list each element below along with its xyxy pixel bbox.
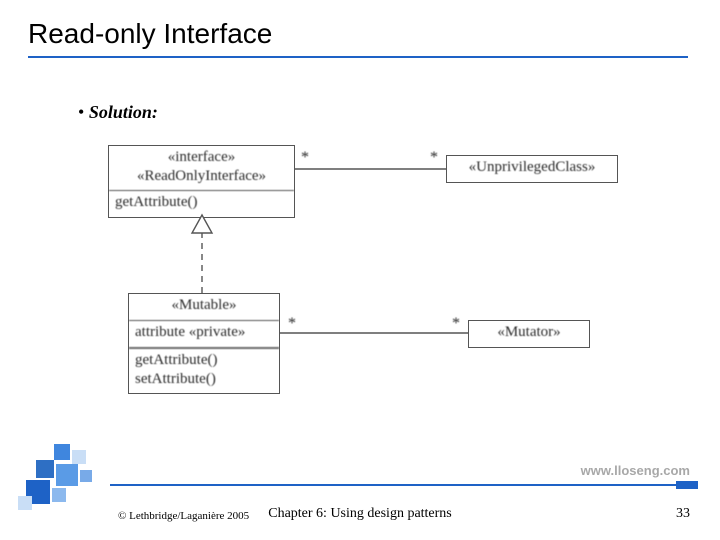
corner-graphic xyxy=(18,440,108,510)
uml-mutable-attr: attribute «private» xyxy=(129,321,279,348)
footer-page: 33 xyxy=(676,506,690,522)
uml-interface-op: getAttribute() xyxy=(109,191,294,217)
squares-icon xyxy=(18,444,92,510)
slide: Read-only Interface Solution: «interface… xyxy=(0,0,720,540)
uml-mutable-op2: setAttribute() xyxy=(135,370,273,389)
slide-title: Read-only Interface xyxy=(28,18,272,50)
uml-diagram: «interface» «ReadOnlyInterface» getAttri… xyxy=(78,135,648,425)
uml-mutable-ops: getAttribute() setAttribute() xyxy=(129,348,279,393)
footer-url: www.lloseng.com xyxy=(581,463,690,478)
footer-chapter: Chapter 6: Using design patterns xyxy=(0,506,720,522)
uml-mutable-box: «Mutable» attribute «private» getAttribu… xyxy=(128,293,280,394)
footer-divider xyxy=(110,484,698,486)
title-underline xyxy=(28,56,688,58)
uml-mutable-name: «Mutable» xyxy=(129,294,279,321)
mult-star-1: * xyxy=(301,149,309,167)
mult-star-4: * xyxy=(452,315,460,333)
solution-bullet: Solution: xyxy=(78,102,158,123)
mult-star-2: * xyxy=(430,149,438,167)
uml-interface-box: «interface» «ReadOnlyInterface» getAttri… xyxy=(108,145,295,218)
uml-unpriv-box: «UnprivilegedClass» xyxy=(446,155,618,183)
uml-mutable-op1: getAttribute() xyxy=(135,351,273,370)
uml-interface-stereotype: «interface» xyxy=(115,148,288,167)
uml-mutator-name: «Mutator» xyxy=(469,321,589,347)
footer-notch xyxy=(676,481,698,489)
mult-star-3: * xyxy=(288,315,296,333)
uml-unpriv-name: «UnprivilegedClass» xyxy=(447,156,617,182)
uml-interface-header: «interface» «ReadOnlyInterface» xyxy=(109,146,294,191)
uml-interface-name: «ReadOnlyInterface» xyxy=(115,167,288,186)
uml-mutator-box: «Mutator» xyxy=(468,320,590,348)
